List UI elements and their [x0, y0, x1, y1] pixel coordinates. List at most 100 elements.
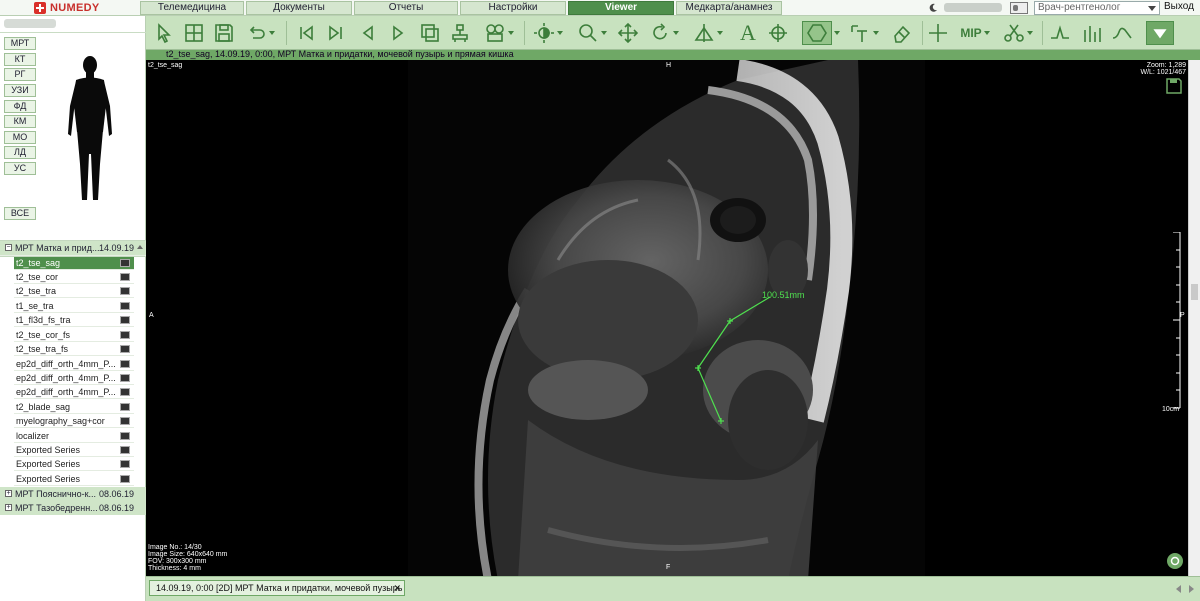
left-panel: МРТ КТ РГ УЗИ ФД КМ МО ЛД УС ВСЕ − МРТ М… [0, 16, 146, 601]
scroll-right-icon[interactable] [1188, 584, 1196, 594]
close-icon[interactable]: ✕ [393, 581, 401, 595]
series-item[interactable]: ep2d_diff_orth_4mm_P... [14, 386, 134, 399]
modality-all[interactable]: ВСЕ [4, 207, 36, 220]
zoom-button[interactable] [574, 21, 610, 45]
cine-play-icon[interactable] [1166, 552, 1184, 570]
histogram-button[interactable] [1080, 21, 1104, 45]
viewer-scrollbar[interactable] [1188, 60, 1200, 576]
tab-settings[interactable]: Настройки [460, 1, 566, 15]
series-item[interactable]: ep2d_diff_orth_4mm_P... [14, 358, 134, 371]
add-crosshair-button[interactable] [926, 21, 950, 45]
body-silhouette-icon[interactable] [60, 54, 120, 204]
eraser-button[interactable] [890, 21, 914, 45]
tab-viewer[interactable]: Viewer [568, 1, 674, 15]
series-label: t2_tse_tra_fs [16, 344, 69, 354]
mri-image[interactable] [408, 60, 925, 576]
series-item[interactable]: ep2d_diff_orth_4mm_P... [14, 372, 134, 385]
modality-km[interactable]: КМ [4, 115, 36, 128]
series-item[interactable]: t2_blade_sag [14, 401, 134, 414]
series-label: t2_tse_tra [16, 286, 57, 296]
image-viewport[interactable]: t2_tse_sag H F A P Zoom: 1,289 W/L: 1021… [146, 60, 1188, 576]
app-logo[interactable]: NUMEDY [34, 1, 99, 15]
user-card-icon[interactable] [1010, 2, 1028, 14]
tab-reports[interactable]: Отчеты [354, 1, 458, 15]
save-button[interactable] [212, 21, 236, 45]
app-name: NUMEDY [50, 2, 100, 14]
night-mode-icon[interactable] [928, 3, 938, 13]
polygon-button[interactable] [802, 21, 832, 45]
pointer-button[interactable] [152, 21, 176, 45]
series-item[interactable]: t2_tse_cor [14, 271, 134, 284]
series-item[interactable]: t1_se_tra [14, 300, 134, 313]
series-item[interactable]: t1_fl3d_fs_tra [14, 314, 134, 327]
series-item[interactable]: t2_tse_cor_fs [14, 329, 134, 342]
series-item-t2-tse-sag[interactable]: t2_tse_sag [14, 257, 134, 270]
modality-rg[interactable]: РГ [4, 68, 36, 81]
layout-button[interactable] [182, 21, 206, 45]
series-item[interactable]: t2_tse_tra [14, 285, 134, 298]
scale-ruler [1173, 232, 1181, 409]
crosshair-button[interactable] [766, 21, 790, 45]
scroll-left-icon[interactable] [1174, 584, 1182, 594]
zoom-icon [579, 24, 597, 42]
prev-image-button[interactable] [356, 21, 380, 45]
scrollbar-thumb[interactable] [1191, 284, 1198, 300]
modality-us[interactable]: УС [4, 162, 36, 175]
series-item[interactable]: Exported Series [14, 458, 134, 471]
more-button[interactable] [1146, 21, 1174, 45]
collapse-icon[interactable]: − [5, 244, 12, 251]
modality-uzi[interactable]: УЗИ [4, 84, 36, 97]
rotate-button[interactable] [646, 21, 682, 45]
sync-button[interactable] [448, 21, 472, 45]
next-image-button[interactable] [386, 21, 410, 45]
orientation-button[interactable] [690, 21, 726, 45]
mip-button[interactable]: MIP [956, 21, 994, 45]
logout-button[interactable]: Выход [1164, 1, 1200, 15]
modality-fd[interactable]: ФД [4, 100, 36, 113]
series-item[interactable]: t2_tse_tra_fs [14, 343, 134, 356]
viewer-toolbar: A MIP [146, 16, 1200, 50]
study-row[interactable]: + МРТ Тазобедренн... 08.06.19 [0, 501, 146, 515]
undo-button[interactable] [242, 21, 278, 45]
brightness-button[interactable] [530, 21, 566, 45]
scroll-up-icon[interactable] [137, 245, 143, 249]
roi-button[interactable] [1048, 21, 1072, 45]
viewer-document-tab[interactable]: 14.09.19, 0:00 [2D] МРТ Матка и придатки… [149, 580, 405, 596]
series-label: myelography_sag+cor [16, 416, 105, 426]
tab-documents[interactable]: Документы [246, 1, 352, 15]
chevron-down-icon [1148, 6, 1156, 11]
save-icon[interactable] [1166, 78, 1182, 94]
prev-series-button[interactable] [294, 21, 318, 45]
modality-kt[interactable]: КТ [4, 53, 36, 66]
expand-icon[interactable]: + [5, 504, 12, 511]
next-series-button[interactable] [324, 21, 348, 45]
series-item[interactable]: Exported Series [14, 444, 134, 457]
polygon-dropdown[interactable] [832, 21, 840, 45]
copy-button[interactable] [418, 21, 442, 45]
orientation-left: A [149, 312, 154, 319]
film-button[interactable] [480, 21, 518, 45]
pan-button[interactable] [616, 21, 640, 45]
series-item[interactable]: Exported Series [14, 473, 134, 486]
patient-name [4, 19, 56, 28]
divider [524, 21, 525, 45]
study-row[interactable]: + МРТ Пояснично-к... 08.06.19 [0, 487, 146, 501]
curve-button[interactable] [1110, 21, 1134, 45]
cut-button[interactable] [1000, 21, 1036, 45]
measurement-polyline[interactable] [686, 285, 786, 430]
angle-text-button[interactable] [846, 21, 882, 45]
tab-medical-record[interactable]: Медкарта/анамнез [676, 1, 782, 15]
role-select[interactable]: Врач-рентгенолог [1034, 1, 1160, 15]
series-item[interactable]: localizer [14, 430, 134, 443]
series-thumbnail-icon [120, 331, 130, 339]
modality-ld[interactable]: ЛД [4, 146, 36, 159]
series-item[interactable]: myelography_sag+cor [14, 415, 134, 428]
modality-mrt[interactable]: МРТ [4, 37, 36, 50]
expand-icon[interactable]: + [5, 490, 12, 497]
tab-telemedicine[interactable]: Телемедицина [140, 1, 244, 15]
angle-text-icon [851, 25, 867, 42]
modality-mo[interactable]: МО [4, 131, 36, 144]
study-row[interactable]: − МРТ Матка и прид... 14.09.19 [0, 241, 146, 255]
text-button[interactable]: A [734, 20, 762, 45]
prev-series-icon [300, 25, 313, 41]
